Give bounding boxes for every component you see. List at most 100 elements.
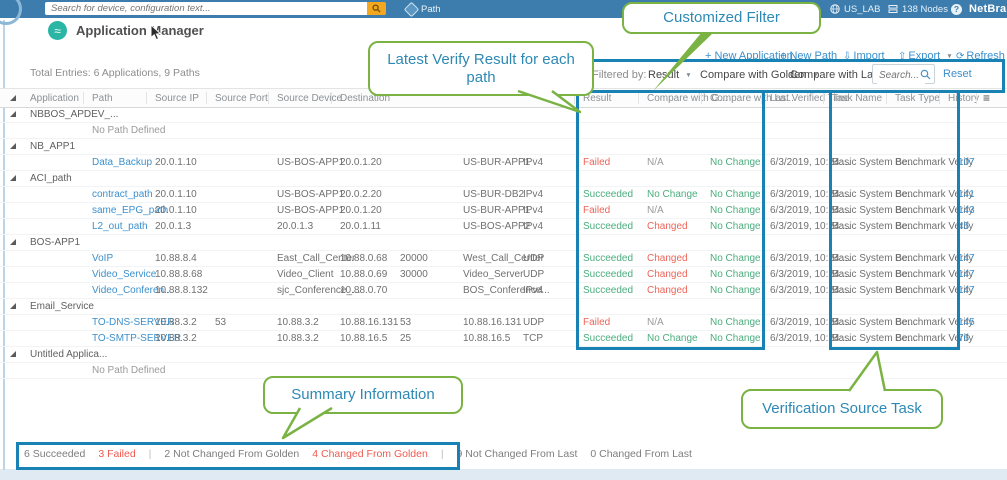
path-link[interactable]: Data_Backup xyxy=(92,157,152,168)
new-path-button[interactable]: + New Path xyxy=(780,50,837,62)
cell-result: Succeeded xyxy=(583,333,633,344)
path-link[interactable]: Video_Service xyxy=(92,269,156,280)
application-name[interactable]: ACI_path xyxy=(30,173,72,184)
table-row: No Path Defined xyxy=(0,122,1007,139)
export-button[interactable]: ⇧Export▼ xyxy=(898,50,953,62)
application-name[interactable]: BOS-APP1 xyxy=(30,237,80,248)
cell-source-device: US-BOS-APP1 xyxy=(277,205,344,216)
top-navigation-bar: Path US_LAB 138 Nodes ? NetBrain xyxy=(0,0,1007,18)
column-separator xyxy=(823,92,824,104)
filtered-by-label: Filtered by: xyxy=(592,64,646,86)
history-link[interactable]: 147 xyxy=(958,253,975,264)
cell-dest-device: US-BUR-DB2 xyxy=(463,189,524,200)
summary-stat: 9 Not Changed From Last xyxy=(457,448,578,460)
history-link[interactable]: 147 xyxy=(958,269,975,280)
expand-collapse-icon[interactable] xyxy=(10,351,16,357)
application-name[interactable]: NB_APP1 xyxy=(30,141,75,152)
global-search-button[interactable] xyxy=(367,2,386,15)
history-link[interactable]: 147 xyxy=(958,285,975,296)
column-header[interactable]: Task Name xyxy=(832,93,882,104)
nodes-status[interactable]: 138 Nodes xyxy=(888,0,948,18)
application-name[interactable]: Untitled Applica... xyxy=(30,349,107,360)
table-row: Video_Service10.88.8.68 Video_Client 10.88… xyxy=(0,266,1007,283)
column-header[interactable]: Path xyxy=(92,93,113,104)
table-row: Data_Backup20.0.1.10US-BOS-APP120.0.1.20… xyxy=(0,154,1007,171)
cell-source-device: Video_Client xyxy=(277,269,334,280)
history-link[interactable]: 145 xyxy=(958,317,975,328)
history-link[interactable]: 143 xyxy=(958,205,975,216)
table-row: TO-DNS-SERVER10.88.3.25310.88.3.210.88.1… xyxy=(0,314,1007,331)
cell-cmp-last: No Change xyxy=(710,317,761,328)
path-link[interactable]: VoIP xyxy=(92,253,113,264)
cell-dest-ip: 10.88.0.68 xyxy=(340,253,387,264)
cell-source-ip: 10.88.8.132 xyxy=(155,285,208,296)
reset-filter-button[interactable]: Reset xyxy=(943,68,972,80)
cell-source-ip: 10.88.3.2 xyxy=(155,333,197,344)
column-header[interactable]: Application xyxy=(30,93,79,104)
column-menu-icon[interactable]: ≡ xyxy=(983,91,990,105)
cell-source-ip: 20.0.1.10 xyxy=(155,205,197,216)
help-button[interactable]: ? xyxy=(951,0,962,18)
expand-collapse-icon[interactable] xyxy=(10,303,16,309)
help-icon: ? xyxy=(951,4,962,15)
search-icon xyxy=(372,4,381,13)
column-header[interactable]: Source Port xyxy=(215,93,268,104)
filter-search-box[interactable] xyxy=(872,64,935,84)
column-header[interactable]: Task Type xyxy=(895,93,940,104)
import-button[interactable]: ⇩Import xyxy=(843,50,885,62)
path-link[interactable]: contract_path xyxy=(92,189,153,200)
cell-source-ip: 10.88.8.68 xyxy=(155,269,202,280)
path-link[interactable]: L2_out_path xyxy=(92,221,148,232)
application-name[interactable]: Email_Service xyxy=(30,301,94,312)
total-entries-label: Total Entries: 6 Applications, 9 Paths xyxy=(30,67,200,79)
application-name[interactable]: NBBOS_APDEV_... xyxy=(30,109,118,120)
global-search-input[interactable] xyxy=(45,2,367,15)
column-header[interactable]: Source Device xyxy=(277,93,342,104)
filter-search-input[interactable] xyxy=(877,67,925,85)
collapse-all-icon[interactable] xyxy=(10,95,16,101)
cell-source-device: US-BOS-APP1 xyxy=(277,189,344,200)
cell-source-device: US-BOS-APP1 xyxy=(277,157,344,168)
application-group-row: ACI_path xyxy=(0,170,1007,187)
history-link[interactable]: 76 xyxy=(958,333,969,344)
table-row: No Path Defined xyxy=(0,362,1007,379)
import-icon: ⇩ xyxy=(843,51,851,62)
column-separator xyxy=(761,92,762,104)
netbrain-logo: NetBrain xyxy=(969,0,1007,18)
cell-cmp-last: No Change xyxy=(710,157,761,168)
column-separator xyxy=(268,92,269,104)
expand-collapse-icon[interactable] xyxy=(10,239,16,245)
column-separator xyxy=(638,92,639,104)
summary-stat: 2 Not Changed From Golden xyxy=(164,448,299,460)
column-separator xyxy=(939,92,940,104)
summary-separator: | xyxy=(149,448,152,460)
cell-result: Succeeded xyxy=(583,221,633,232)
history-link[interactable]: 141 xyxy=(958,189,975,200)
cell-dest-port: 20000 xyxy=(400,253,428,264)
expand-collapse-icon[interactable] xyxy=(10,143,16,149)
expand-collapse-icon[interactable] xyxy=(10,175,16,181)
expand-collapse-icon[interactable] xyxy=(10,111,16,117)
cell-result: Failed xyxy=(583,205,610,216)
cell-protocol: IPv4 xyxy=(523,285,543,296)
path-menu-label: Path xyxy=(421,4,441,15)
column-header[interactable]: History xyxy=(948,93,979,104)
history-link[interactable]: 107 xyxy=(958,157,975,168)
cell-protocol: IPv4 xyxy=(523,157,543,168)
history-link[interactable]: 45 xyxy=(958,221,969,232)
cell-dest-ip: 20.0.1.20 xyxy=(340,205,382,216)
summary-stat: 3 Failed xyxy=(98,448,135,460)
filter-dropdown-result[interactable]: Result▼ xyxy=(648,64,692,86)
cell-dest-ip: 10.88.0.69 xyxy=(340,269,387,280)
path-menu-button[interactable]: Path xyxy=(406,0,441,18)
table-row: VoIP10.88.8.4East_Call_Center10.88.0.682… xyxy=(0,250,1007,267)
refresh-button[interactable]: ⟳Refresh xyxy=(956,50,1005,62)
domain-selector[interactable]: US_LAB xyxy=(830,0,880,18)
cell-cmp-golden: No Change xyxy=(647,333,698,344)
column-header[interactable]: Source IP xyxy=(155,93,199,104)
chevron-down-icon: ▼ xyxy=(946,53,952,60)
cell-protocol: IPv4 xyxy=(523,205,543,216)
application-group-row: Email_Service xyxy=(0,298,1007,315)
callout-verification-source-task: Verification Source Task xyxy=(741,389,943,429)
nodes-label: 138 Nodes xyxy=(902,4,948,15)
